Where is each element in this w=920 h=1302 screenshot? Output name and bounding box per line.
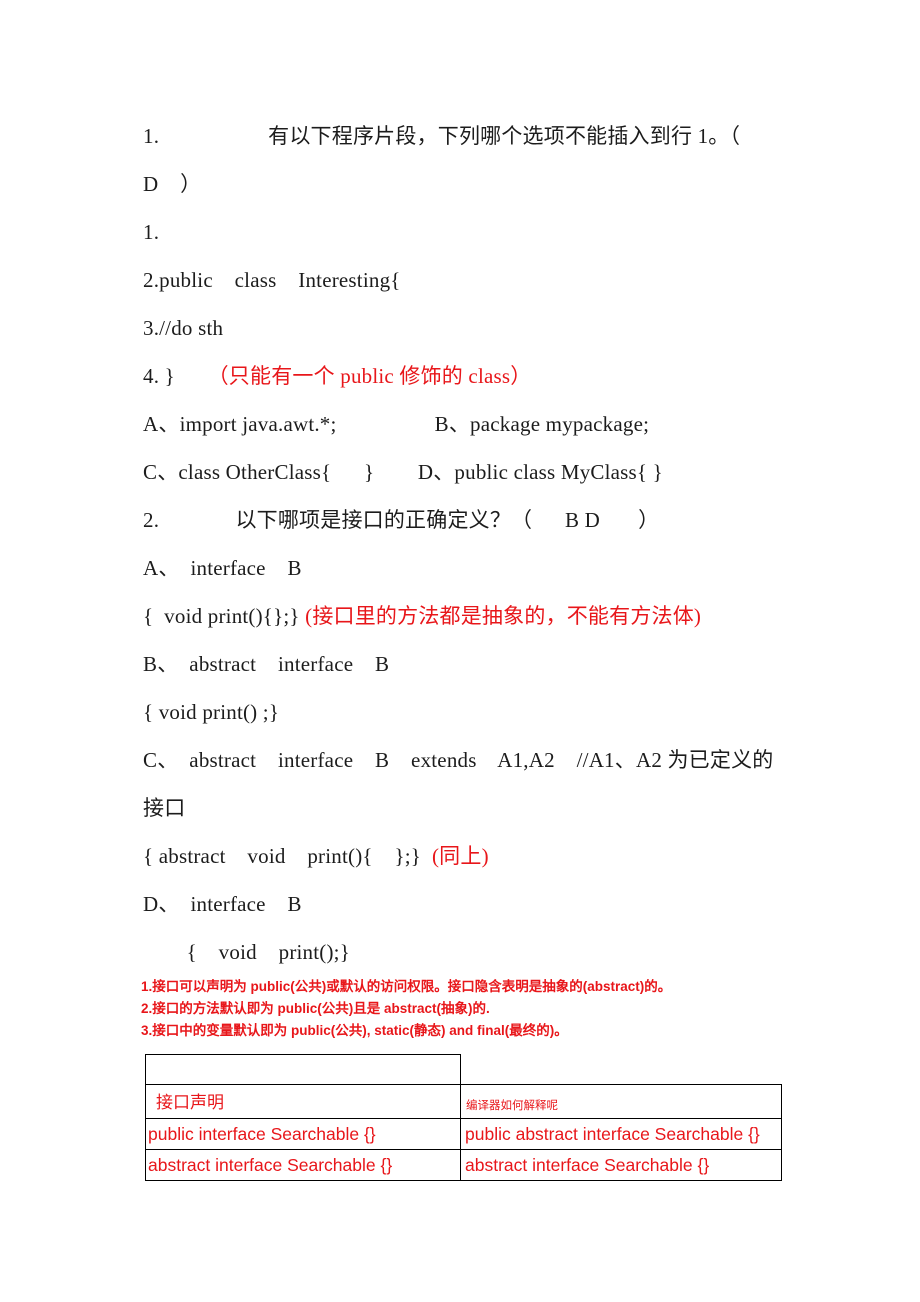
option-c-annotation: (同上) xyxy=(421,844,489,868)
table-row-spacer xyxy=(145,1054,782,1084)
table-cell-declaration-2: abstract interface Searchable {} xyxy=(145,1150,461,1181)
question-1-code-line-1: 1. xyxy=(143,220,160,244)
table-row: abstract interface Searchable {} abstrac… xyxy=(145,1150,782,1181)
question-2-option-c-body: { abstract void print(){ };} (同上) xyxy=(143,832,803,880)
question-2-option-a-label: A、 interface B xyxy=(143,556,302,580)
question-2-prompt: 2. 以下哪项是接口的正确定义？（ B D ） xyxy=(143,508,660,532)
interface-notes-list: 1.接口可以声明为 public(公共)或默认的访问权限。接口隐含表明是抽象的(… xyxy=(141,976,821,1042)
interface-note-2: 2.接口的方法默认即为 public(公共)且是 abstract(抽象)的. xyxy=(141,1001,490,1016)
table-cell-declaration-1: public interface Searchable {} xyxy=(145,1119,461,1150)
option-c-code: { abstract void print(){ };} xyxy=(143,844,422,868)
table-header-declaration: 接口声明 xyxy=(145,1084,461,1119)
interface-declaration-table: 接口声明 编译器如何解释呢 public interface Searchabl… xyxy=(145,1054,782,1181)
question-2-option-c-label-continued: 接口 xyxy=(143,796,186,820)
question-1-options-line-1: A、import java.awt.*; B、package mypackage… xyxy=(143,412,650,436)
interface-note-1: 1.接口可以声明为 public(公共)或默认的访问权限。接口隐含表明是抽象的(… xyxy=(141,979,672,994)
table-header-row: 接口声明 编译器如何解释呢 xyxy=(145,1084,782,1119)
table-cell-spacer-right xyxy=(461,1054,782,1084)
table-cell-compiler-1: public abstract interface Searchable {} xyxy=(461,1119,782,1150)
question-2-option-b-label: B、 abstract interface B xyxy=(143,652,390,676)
code-line-4-annotation: （只能有一个 public 修饰的 class） xyxy=(207,364,532,388)
option-a-annotation: (接口里的方法都是抽象的，不能有方法体) xyxy=(299,604,702,628)
question-2-option-c-label: C、 abstract interface B extends A1,A2 //… xyxy=(143,748,774,772)
question-1-prompt-line-1: 1. 有以下程序片段，下列哪个选项不能插入到行 1。（ xyxy=(143,124,741,148)
table-cell-compiler-2: abstract interface Searchable {} xyxy=(461,1150,782,1181)
question-1-options-line-2: C、class OtherClass{ } D、public class MyC… xyxy=(143,460,663,484)
question-1-code-line-3: 3.//do sth xyxy=(143,316,224,340)
document-page: 1. 有以下程序片段，下列哪个选项不能插入到行 1。（ D ） 1. 2.pub… xyxy=(0,0,920,1302)
question-2-option-d-body: { void print();} xyxy=(143,940,350,964)
table-row: public interface Searchable {} public ab… xyxy=(145,1119,782,1150)
option-a-code: { void print(){};} xyxy=(143,604,300,628)
question-1-code-line-4: 4. } （只能有一个 public 修饰的 class） xyxy=(143,352,803,400)
table-cell-spacer-left xyxy=(145,1054,461,1084)
table-header-compiler: 编译器如何解释呢 xyxy=(461,1084,782,1119)
interface-note-3: 3.接口中的变量默认即为 public(公共), static(静态) and … xyxy=(141,1023,568,1038)
question-2-option-d-label: D、 interface B xyxy=(143,892,302,916)
question-1-code-line-2: 2.public class Interesting{ xyxy=(143,268,401,292)
code-line-4-text: 4. } xyxy=(143,364,175,388)
question-1-prompt-line-2: D ） xyxy=(143,172,202,196)
question-2-option-b-body: { void print() ;} xyxy=(143,700,280,724)
document-body: 1. 有以下程序片段，下列哪个选项不能插入到行 1。（ D ） 1. 2.pub… xyxy=(143,112,803,976)
question-2-option-a-body: { void print(){};} (接口里的方法都是抽象的，不能有方法体) xyxy=(143,592,803,640)
